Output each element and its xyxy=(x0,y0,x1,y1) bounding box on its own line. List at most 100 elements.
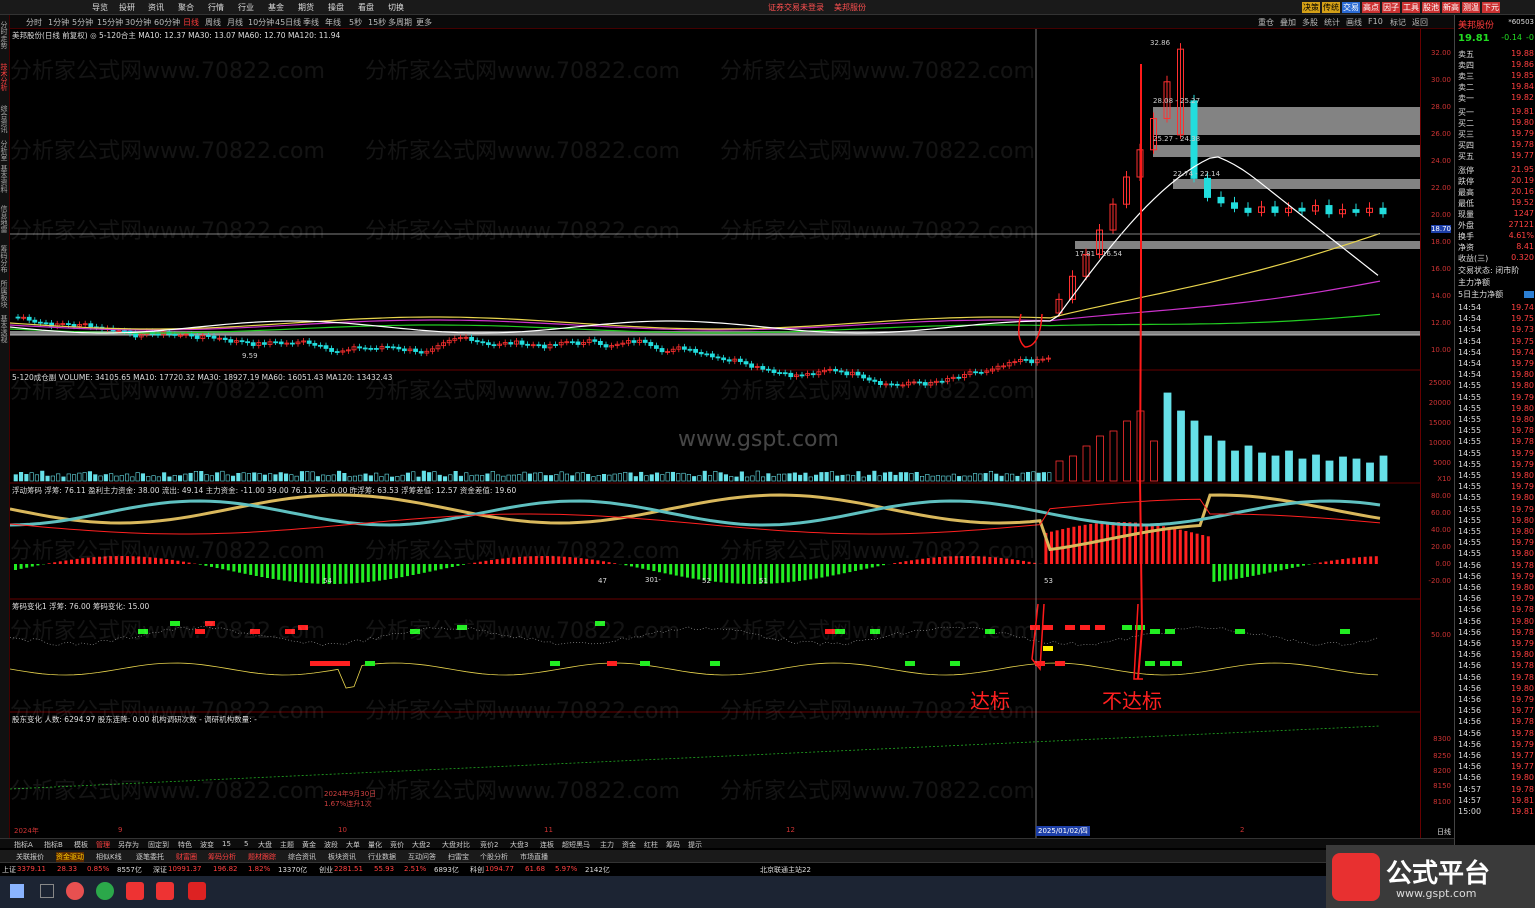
indicator-tab[interactable]: 5 xyxy=(244,840,248,848)
menu-item-futures[interactable]: 期货 xyxy=(298,2,314,13)
tab-period-5m[interactable]: 5分钟 xyxy=(72,17,93,28)
menu-item-switch[interactable]: 切换 xyxy=(388,2,404,13)
menu-item-news[interactable]: 资讯 xyxy=(148,2,164,13)
right-tab-pool[interactable]: 股池 xyxy=(1422,2,1440,13)
function-tab[interactable]: 关联报价 xyxy=(16,852,44,862)
function-tab[interactable]: 扫雷宝 xyxy=(448,852,469,862)
server-status[interactable]: 北京联通主站22 xyxy=(760,865,811,875)
tab-period-multi[interactable]: 多周期 xyxy=(388,17,412,28)
indicator-tab[interactable]: 大盘2 xyxy=(412,840,430,850)
indicator-tab[interactable]: 另存为 xyxy=(118,840,139,850)
wps-icon[interactable] xyxy=(188,882,206,900)
left-tab-perspective[interactable]: 基本透视 xyxy=(0,315,9,343)
task-view-icon[interactable] xyxy=(40,884,54,898)
indicator-tab[interactable]: 特色 xyxy=(178,840,192,850)
right-tab-tools[interactable]: 工具 xyxy=(1402,2,1420,13)
tab-period-season[interactable]: 季线 xyxy=(303,17,319,28)
indicator-tab[interactable]: 管理 xyxy=(96,840,110,850)
right-tab-down[interactable]: 下元 xyxy=(1482,2,1500,13)
right-tab-newhigh[interactable]: 新高 xyxy=(1442,2,1460,13)
indicator-tab[interactable]: 15 xyxy=(222,840,231,848)
right-tab-factor[interactable]: 因子 xyxy=(1382,2,1400,13)
trading-app-icon[interactable] xyxy=(126,882,144,900)
indicator-tab[interactable]: 大盘 xyxy=(258,840,272,850)
function-tab[interactable]: 筹码分析 xyxy=(208,852,236,862)
function-tab[interactable]: 财富圈 xyxy=(176,852,197,862)
left-tab-news[interactable]: 综合资讯 xyxy=(0,105,9,133)
indicator-tab[interactable]: 波变 xyxy=(200,840,214,850)
toolbar-mark[interactable]: 标记 xyxy=(1390,17,1406,28)
indicator-tab[interactable]: 资金 xyxy=(622,840,636,850)
tab-period-more[interactable]: 更多 xyxy=(416,17,432,28)
menu-item-quotes[interactable]: 行情 xyxy=(208,2,224,13)
tab-period-5s[interactable]: 5秒 xyxy=(349,17,362,28)
menu-item-research[interactable]: 投研 xyxy=(119,2,135,13)
menu-item-industry[interactable]: 行业 xyxy=(238,2,254,13)
wechat-icon[interactable] xyxy=(96,882,114,900)
function-tab[interactable]: 题材跟踪 xyxy=(248,852,276,862)
function-tab[interactable]: 综合资讯 xyxy=(288,852,316,862)
indicator-tab[interactable]: 量化 xyxy=(368,840,382,850)
function-tab[interactable]: 逐笔委托 xyxy=(136,852,164,862)
indicator-tab[interactable]: 竞价 xyxy=(390,840,404,850)
tab-period-15m[interactable]: 15分钟 xyxy=(97,17,123,28)
right-tab-trade[interactable]: 交易 xyxy=(1342,2,1360,13)
tab-period-monthly[interactable]: 月线 xyxy=(227,17,243,28)
function-tab[interactable]: 相似K线 xyxy=(96,852,122,862)
indicator-tab[interactable]: 黄金 xyxy=(302,840,316,850)
indicator-tab[interactable]: 超短黑马 xyxy=(562,840,590,850)
tab-period-daily[interactable]: 日线 xyxy=(183,17,199,28)
function-tab[interactable]: 行业数据 xyxy=(368,852,396,862)
left-tab-chips[interactable]: 筹码分布 xyxy=(0,245,9,273)
left-tab-basic[interactable]: 基本资料 xyxy=(0,165,9,193)
toolbar-stat[interactable]: 统计 xyxy=(1324,17,1340,28)
right-tab-decision[interactable]: 决策 xyxy=(1302,2,1320,13)
left-tab-sector[interactable]: 所属板块 xyxy=(0,280,9,308)
indicator-tab[interactable]: 大单 xyxy=(346,840,360,850)
trading-app-icon[interactable] xyxy=(156,882,174,900)
menu-item-fund[interactable]: 基金 xyxy=(268,2,284,13)
tab-period-60m[interactable]: 60分钟 xyxy=(154,17,180,28)
tab-period-45d[interactable]: 45日线 xyxy=(275,17,301,28)
tab-period-30m[interactable]: 30分钟 xyxy=(125,17,151,28)
function-tab[interactable]: 互动问答 xyxy=(408,852,436,862)
app-icon[interactable] xyxy=(66,882,84,900)
indicator-tab[interactable]: 指标B xyxy=(44,840,63,850)
right-tab-temp[interactable]: 测温 xyxy=(1462,2,1480,13)
right-tab-classic[interactable]: 传统 xyxy=(1322,2,1340,13)
right-tab-high[interactable]: 高点 xyxy=(1362,2,1380,13)
windows-start-icon[interactable] xyxy=(10,884,24,898)
tab-period-10m[interactable]: 10分钟 xyxy=(248,17,274,28)
left-tab-mine[interactable]: 信息地雷 xyxy=(0,205,9,233)
toolbar-overlay[interactable]: 叠加 xyxy=(1280,17,1296,28)
toolbar-draw[interactable]: 画线 xyxy=(1346,17,1362,28)
tab-period-year[interactable]: 年线 xyxy=(325,17,341,28)
tab-period-1m[interactable]: 1分钟 xyxy=(48,17,69,28)
toolbar-heavy[interactable]: 重仓 xyxy=(1258,17,1274,28)
function-tab[interactable]: 资金驱动 xyxy=(56,852,84,862)
indicator-tab[interactable]: 红柱 xyxy=(644,840,658,850)
function-tab[interactable]: 板块资讯 xyxy=(328,852,356,862)
left-tab-analysis[interactable]: 分析室 xyxy=(0,140,9,161)
indicator-tab[interactable]: 波段 xyxy=(324,840,338,850)
indicator-tab[interactable]: 指标A xyxy=(14,840,33,850)
menu-item-trading[interactable]: 操盘 xyxy=(328,2,344,13)
tab-period-weekly[interactable]: 周线 xyxy=(205,17,221,28)
indicator-tab[interactable]: 模板 xyxy=(74,840,88,850)
indicator-tab[interactable]: 竞价2 xyxy=(480,840,498,850)
indicator-tab[interactable]: 主力 xyxy=(600,840,614,850)
indicator-tab[interactable]: 固定到 xyxy=(148,840,169,850)
left-tab-technical[interactable]: 技术分析 xyxy=(0,63,9,91)
menu-item-nav[interactable]: 导览 xyxy=(92,2,108,13)
indicator-tab[interactable]: 筹码 xyxy=(666,840,680,850)
indicator-tab[interactable]: 主题 xyxy=(280,840,294,850)
toolbar-back[interactable]: 返回 xyxy=(1412,17,1428,28)
chart-area[interactable]: 美邦股份(日线 前复权) ◎ 5-120合主 MA10: 12.37 MA30:… xyxy=(9,29,1420,838)
tab-period-intraday[interactable]: 分时 xyxy=(26,17,42,28)
trade-login-status[interactable]: 证券交易未登录 xyxy=(768,2,824,13)
indicator-tab[interactable]: 提示 xyxy=(688,840,702,850)
indicator-tab[interactable]: 连板 xyxy=(540,840,554,850)
toolbar-f10[interactable]: F10 xyxy=(1368,17,1383,26)
indicator-tab[interactable]: 大盘对比 xyxy=(442,840,470,850)
toolbar-multi[interactable]: 多股 xyxy=(1302,17,1318,28)
